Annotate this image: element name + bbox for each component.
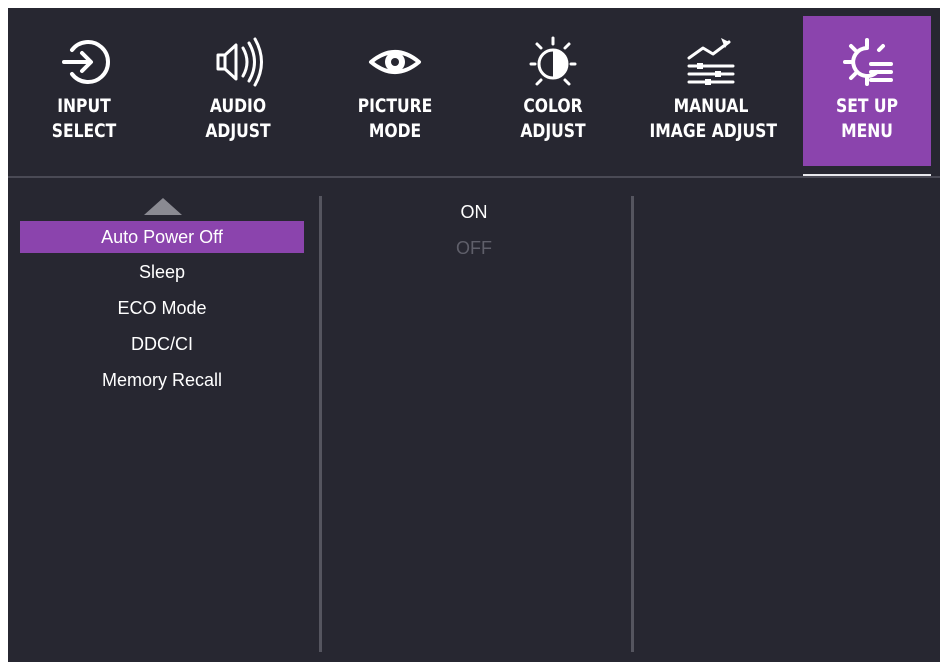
option-list: ON OFF [398, 194, 550, 266]
tab-manual-image-adjust[interactable]: MANUAL IMAGE ADJUST [636, 16, 786, 166]
setup-menu-list: Auto Power Off Sleep ECO Mode DDC/CI Mem… [20, 221, 304, 399]
top-tab-bar: INPUT SELECT AUDIO ADJUST PICTURE MODE C… [8, 8, 940, 178]
tab-audio-adjust[interactable]: AUDIO ADJUST [163, 16, 313, 166]
tab-label-line1: SET UP [836, 95, 898, 117]
tab-label-line1: COLOR [523, 95, 583, 117]
menu-item-memory-recall[interactable]: Memory Recall [20, 363, 304, 397]
column-separator-right [631, 196, 634, 652]
tab-label-line1: MANUAL [673, 95, 749, 117]
tab-label-line1: AUDIO [209, 95, 267, 117]
tab-label-line2: ADJUST [520, 120, 586, 142]
tab-label-line2: ADJUST [205, 120, 271, 142]
scroll-up-arrow-icon[interactable] [144, 198, 182, 215]
tab-label-line2: IMAGE ADJUST [649, 120, 778, 142]
column-separator-left [319, 196, 322, 652]
option-on[interactable]: ON [398, 194, 550, 230]
input-select-icon [62, 40, 110, 84]
color-adjust-icon [529, 36, 577, 86]
tab-label-line2: SELECT [51, 120, 117, 142]
setup-menu-icon [843, 38, 893, 86]
tab-label-line2: MODE [368, 120, 422, 142]
header-divider [8, 176, 940, 178]
tab-color-adjust[interactable]: COLOR ADJUST [478, 16, 628, 166]
tab-label-line1: PICTURE [357, 95, 433, 117]
tab-label-line1: INPUT [57, 95, 111, 117]
picture-mode-icon [369, 50, 421, 74]
audio-adjust-icon [216, 37, 263, 87]
menu-item-auto-power-off[interactable]: Auto Power Off [20, 221, 304, 253]
menu-item-ddc-ci[interactable]: DDC/CI [20, 327, 304, 361]
menu-item-eco-mode[interactable]: ECO Mode [20, 291, 304, 325]
tab-setup-menu[interactable]: SET UP MENU [803, 16, 931, 166]
osd-panel: INPUT SELECT AUDIO ADJUST PICTURE MODE C… [8, 8, 940, 662]
menu-item-sleep[interactable]: Sleep [20, 255, 304, 289]
manual-image-adjust-icon [687, 38, 735, 85]
tab-picture-mode[interactable]: PICTURE MODE [320, 16, 470, 166]
tab-label-line2: MENU [841, 120, 893, 142]
option-off[interactable]: OFF [398, 230, 550, 266]
tab-input-select[interactable]: INPUT SELECT [10, 16, 158, 166]
